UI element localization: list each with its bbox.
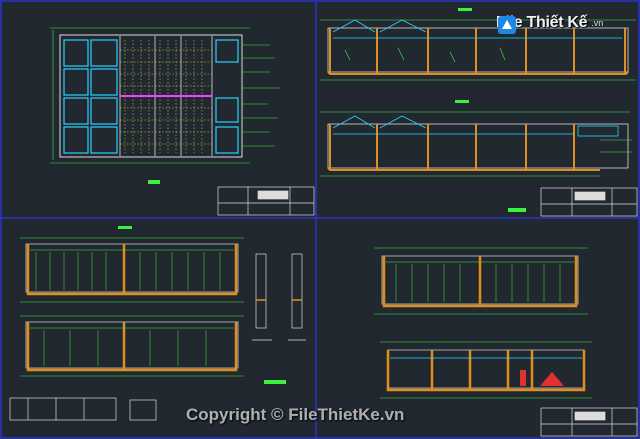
section-view-bottom [320,100,632,177]
detail-views [9,253,306,421]
plan-view [50,27,280,184]
section-view-right-b [380,341,592,399]
cad-drawing-canvas[interactable]: File Thiết Kế .vn Copyright © FileThietK… [0,0,640,439]
logo-suffix: .vn [591,18,604,28]
copyright-watermark: Copyright © FileThietKe.vn [186,405,405,424]
tank-section-a [20,226,244,303]
cad-drawing-sheet [0,0,640,439]
section-view-right-a [374,247,588,315]
drawing-logo-icon [498,16,516,34]
tank-section-b [20,315,244,377]
watermark-logo: File Thiết Kế .vn [496,14,604,34]
title-blocks [217,186,638,437]
